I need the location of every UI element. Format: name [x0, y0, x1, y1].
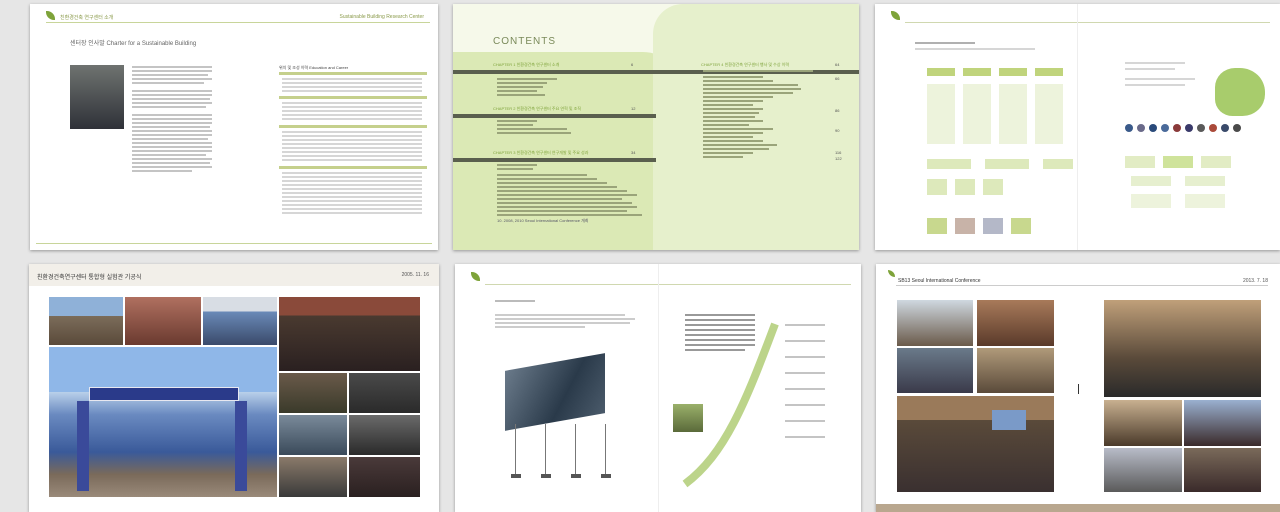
chapter-4-page: 64 — [835, 62, 840, 67]
ceremony-photo — [203, 297, 277, 345]
leaf-logo-icon — [46, 11, 55, 20]
chapter-3-page: 34 — [631, 150, 636, 155]
page-header-right: Sustainable Building Research Center — [339, 14, 425, 20]
ceremony-photo — [49, 297, 123, 345]
chapter-2-entry[interactable]: CHAPTER 2 친환경건축 연구센터 주요 연혁 및 조직 — [493, 106, 581, 111]
text-cursor — [1078, 384, 1079, 394]
korea-map-icon — [1215, 68, 1265, 116]
ceremony-photo — [279, 373, 347, 413]
title-kr: 센터장 인사말 — [70, 41, 105, 47]
page-footer-band — [876, 504, 1280, 512]
conference-photo — [897, 348, 973, 393]
ceremony-main-photo — [49, 347, 277, 497]
page-header-left: 친환경건축 연구센터 소개 — [60, 15, 114, 21]
chapter-1-title: 친환경건축 연구센터 소개 — [516, 62, 560, 67]
conference-hall-photo — [897, 396, 1054, 492]
header-rule — [905, 22, 1270, 23]
ceremony-photo — [279, 457, 347, 497]
chapter-3-title: 친환경건축 연구센터 연구개발 및 주요 성과 — [516, 150, 589, 155]
page-date: 2005. 11. 16 — [401, 272, 429, 278]
header-rule — [896, 285, 1268, 286]
conference-photo — [1184, 448, 1261, 492]
contents-title: CONTENTS — [493, 36, 556, 47]
director-photo — [70, 65, 124, 129]
toc-page-num: 86 — [835, 108, 840, 113]
chapter-1-page: 6 — [631, 62, 634, 67]
table-title-kr: 위치 및 조성 이력 — [279, 65, 309, 70]
leaf-logo-icon — [891, 11, 900, 20]
page-thumbnail-2[interactable]: CONTENTS CHAPTER 1 친환경건축 연구센터 소개 6 CHAPT… — [453, 4, 859, 250]
ceremony-photo — [125, 297, 201, 345]
ceremony-photo — [279, 297, 420, 371]
page-thumbnail-1[interactable]: 친환경건축 연구센터 소개 Sustainable Building Resea… — [30, 4, 438, 250]
conference-photo — [897, 300, 973, 346]
tech-photo — [673, 404, 703, 432]
chapter-3-entry[interactable]: CHAPTER 3 친환경건축 연구센터 연구개발 및 주요 성과 — [493, 150, 588, 155]
ceremony-photo — [349, 415, 420, 455]
chapter-2-label: CHAPTER 2 — [493, 106, 516, 111]
toc-bottom-note: 10. 2008, 2010 Seoul International Confe… — [497, 218, 589, 223]
ceremony-photo — [349, 373, 420, 413]
chapter-4-entry[interactable]: CHAPTER 4 친환경건축 연구센터 행사 및 수상 이력 — [701, 62, 789, 67]
page-date: 2013. 7. 18 — [1242, 278, 1268, 284]
conference-photo — [1104, 448, 1182, 492]
speaker-photo — [1104, 400, 1182, 446]
chapter-1-label: CHAPTER 1 — [493, 62, 516, 67]
page-header: SB13 Seoul International Conference — [898, 278, 981, 284]
chapter-2-page: 12 — [631, 106, 636, 111]
chapter-3-label: CHAPTER 3 — [493, 150, 516, 155]
page-thumbnail-3[interactable] — [875, 4, 1280, 250]
chapter-4-title: 친환경건축 연구센터 행사 및 수상 이력 — [724, 62, 790, 67]
divider-bar — [453, 158, 656, 162]
conference-audience-photo — [1104, 300, 1261, 397]
chapter-1-entry[interactable]: CHAPTER 1 친환경건축 연구센터 소개 — [493, 62, 559, 67]
page-fold — [1077, 4, 1078, 250]
chapter-2-title: 친환경건축 연구센터 주요 연혁 및 조직 — [516, 106, 582, 111]
page-header: 친환경건축연구센터 통합형 실험관 기공식 — [37, 275, 142, 281]
toc-page-num: 90 — [835, 128, 840, 133]
toc-page-num: 66 — [835, 76, 840, 81]
page-thumbnail-6[interactable]: SB13 Seoul International Conference 2013… — [876, 264, 1280, 512]
ceremony-photo — [349, 457, 420, 497]
page-title: 센터장 인사말 Charter for a Sustainable Buildi… — [70, 38, 196, 47]
table-title-en: Education and Career — [309, 65, 349, 70]
page-thumbnail-5[interactable] — [455, 264, 861, 512]
ceremony-photo — [279, 415, 347, 455]
header-rule — [46, 22, 430, 23]
chapter-4-label: CHAPTER 4 — [701, 62, 724, 67]
page-thumbnail-4[interactable]: 친환경건축연구센터 통합형 실험관 기공식 2005. 11. 16 — [29, 264, 439, 512]
speaker-photo — [1184, 400, 1261, 446]
document-viewer: 친환경건축 연구센터 소개 Sustainable Building Resea… — [0, 0, 1280, 512]
conference-photo — [977, 300, 1054, 346]
toc-page-num: 116 — [835, 150, 842, 155]
footer-rule — [36, 243, 432, 244]
title-en: Charter for a Sustainable Building — [106, 41, 197, 47]
career-table-title: 위치 및 조성 이력 Education and Career — [279, 65, 348, 71]
conference-photo — [977, 348, 1054, 393]
divider-bar — [453, 114, 656, 118]
toc-page-num: 122 — [835, 156, 842, 161]
green-panel-right — [653, 4, 859, 250]
